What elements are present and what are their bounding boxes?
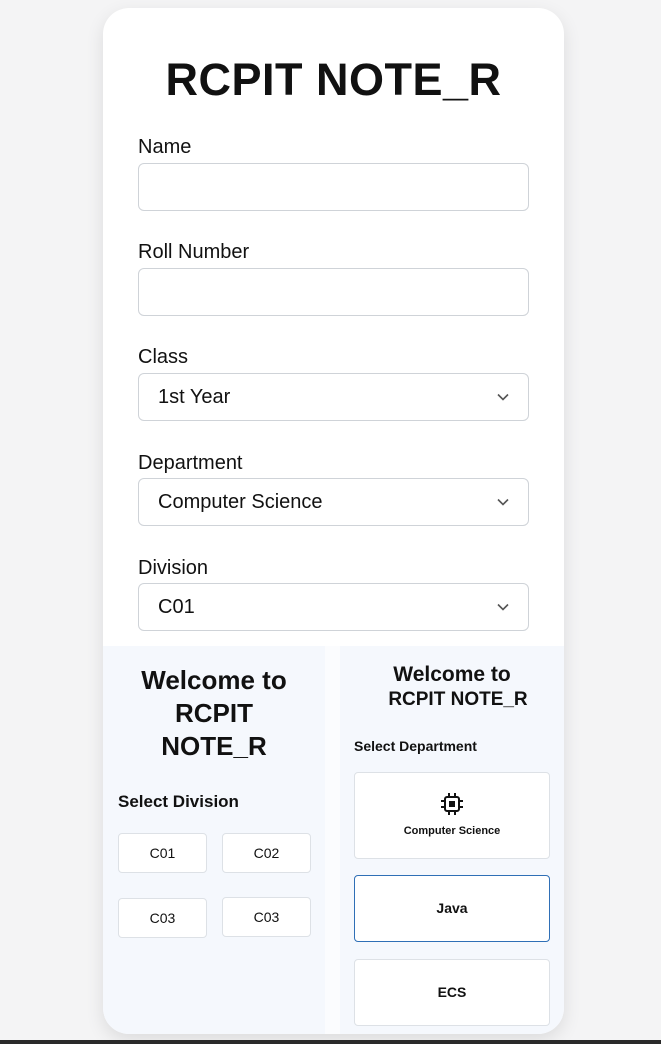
chevron-down-icon [496, 600, 510, 614]
chevron-down-icon [496, 495, 510, 509]
app-title: RCPIT NOTE_R [165, 54, 502, 105]
chevron-down-icon [496, 390, 510, 404]
welcome-line: RCPIT [175, 698, 253, 728]
department-button-ecs[interactable]: ECS [354, 959, 550, 1026]
division-button-c01[interactable]: C01 [118, 833, 207, 873]
department-panel: Welcome to RCPIT NOTE_R Select Departmen… [340, 646, 564, 1034]
select-department-label: Select Department [354, 738, 477, 754]
panel-divider [325, 646, 340, 1034]
class-select-value: 1st Year [158, 386, 231, 408]
department-button-label: ECS [437, 984, 467, 1000]
division-panel: Welcome to RCPIT NOTE_R Select Division … [103, 646, 325, 1034]
roll-number-input[interactable] [138, 268, 529, 316]
department-button-computer-science[interactable]: Computer Science [354, 772, 550, 859]
welcome-line: Welcome to [393, 663, 511, 686]
name-label: Name [138, 136, 192, 158]
registration-card: RCPIT NOTE_R Name Roll Number Class 1st … [103, 8, 564, 1034]
class-select[interactable]: 1st Year [138, 373, 529, 421]
name-input[interactable] [138, 163, 529, 211]
cpu-chip-icon [441, 793, 463, 815]
class-label: Class [138, 346, 189, 368]
welcome-line: Welcome to [141, 665, 287, 695]
department-button-label: Java [436, 900, 468, 916]
screen-bottom-edge [0, 1040, 661, 1044]
department-welcome-heading: Welcome to RCPIT NOTE_R [340, 662, 564, 712]
division-select[interactable]: C01 [138, 583, 529, 631]
division-button-c03-alt[interactable]: C03 [222, 897, 311, 937]
department-select[interactable]: Computer Science [138, 478, 529, 526]
roll-number-label: Roll Number [138, 241, 250, 263]
department-button-label: Computer Science [403, 825, 501, 837]
welcome-line: NOTE_R [161, 731, 267, 761]
division-select-value: C01 [158, 596, 195, 618]
division-button-c02[interactable]: C02 [222, 833, 311, 873]
department-select-value: Computer Science [158, 491, 323, 513]
department-button-java[interactable]: Java [354, 875, 550, 942]
select-division-label: Select Division [118, 792, 239, 811]
department-label: Department [138, 452, 243, 474]
division-label: Division [138, 557, 209, 579]
division-button-c03[interactable]: C03 [118, 898, 207, 938]
welcome-line: RCPIT NOTE_R [388, 689, 528, 710]
division-welcome-heading: Welcome to RCPIT NOTE_R [103, 664, 325, 763]
